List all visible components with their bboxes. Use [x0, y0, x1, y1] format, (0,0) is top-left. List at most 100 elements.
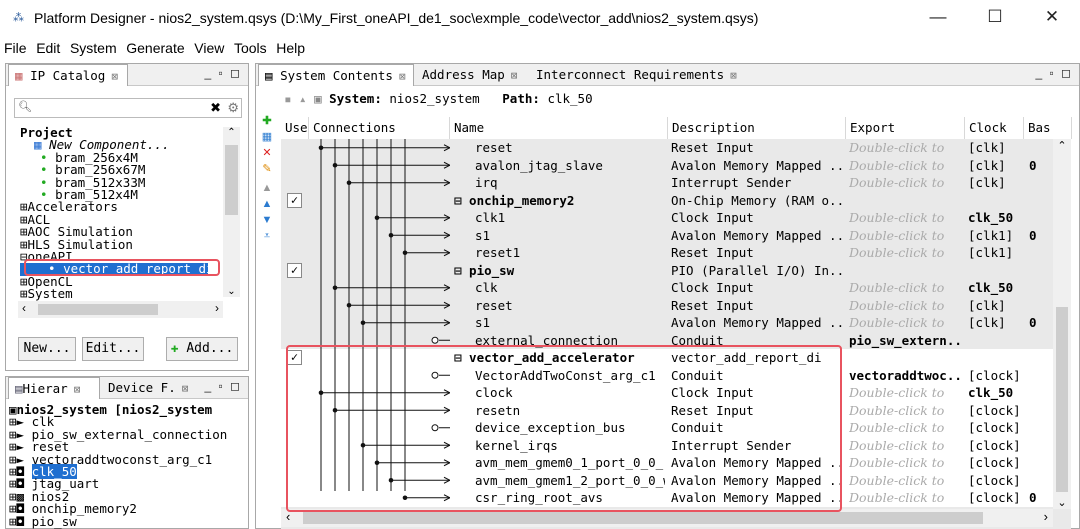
scroll-thumb[interactable] — [303, 512, 983, 524]
tree-item[interactable]: ⊞◘ pio_sw — [9, 515, 227, 528]
description-cell: On-Chip Memory (RAM o... — [671, 192, 843, 208]
move-down-icon[interactable]: ▼ — [260, 214, 274, 226]
nav-back-icon[interactable]: ▪ ▴ — [284, 91, 307, 106]
export-cell[interactable]: Double-click to — [849, 437, 963, 455]
export-cell[interactable]: Double-click to — [849, 297, 963, 315]
export-cell[interactable]: Double-click to — [849, 384, 963, 402]
tab-address-map[interactable]: Address Map ⊠ — [416, 64, 528, 86]
column-header-connections[interactable]: Connections — [309, 117, 450, 139]
export-cell[interactable]: Double-click to — [849, 139, 963, 157]
tab-device-family[interactable]: Device F. ⊠ — [102, 377, 194, 399]
scroll-thumb[interactable] — [225, 145, 238, 215]
close-icon[interactable]: ⊠ — [182, 382, 189, 395]
export-cell[interactable]: Double-click to — [849, 244, 963, 262]
move-bottom-icon[interactable]: ⩡ — [260, 230, 274, 243]
add-icon[interactable]: ✚ — [260, 114, 274, 127]
close-icon[interactable]: ⊠ — [74, 383, 81, 396]
connection-dot[interactable] — [332, 285, 338, 291]
tree-item[interactable]: ⊞System — [20, 286, 208, 301]
scroll-left-icon[interactable]: ‹ — [22, 301, 26, 315]
add-button[interactable]: ✚ Add... — [166, 337, 238, 361]
column-header-clock[interactable]: Clock — [965, 117, 1024, 139]
connection-dot[interactable] — [318, 145, 324, 151]
minimize-maximize-icon[interactable]: _ ▫ ◻ — [204, 66, 242, 80]
remove-icon[interactable]: ✕ — [260, 146, 274, 159]
scroll-thumb[interactable] — [38, 304, 158, 315]
connection-dot[interactable] — [388, 232, 394, 238]
tab-hierarchy[interactable]: ▤Hierar ⊠ — [8, 377, 100, 399]
connection-dot[interactable] — [374, 215, 380, 221]
expand-icon[interactable]: ⊞ — [20, 286, 28, 301]
minimize-button[interactable]: — — [928, 6, 948, 28]
close-icon[interactable]: ⊠ — [511, 69, 518, 82]
column-header-description[interactable]: Description — [668, 117, 846, 139]
vertical-scrollbar[interactable]: ⌃ ⌄ — [223, 127, 240, 297]
scroll-right-icon[interactable]: › — [1044, 509, 1048, 524]
export-cell[interactable]: Double-click to — [849, 454, 963, 472]
connection-dot[interactable] — [332, 162, 338, 168]
ip-catalog-pane: ▦ IP Catalog ⊠ _ ▫ ◻ 🔍︎ ✖ ⚙ Project ▦ New… — [5, 63, 249, 371]
close-icon[interactable]: ⊠ — [730, 69, 737, 82]
connection-dot[interactable] — [360, 320, 366, 326]
description-cell: Avalon Memory Mapped ... — [671, 315, 843, 330]
clear-icon[interactable]: ✖ — [210, 100, 221, 116]
edit-button[interactable]: Edit... — [82, 337, 144, 361]
export-cell[interactable]: pio_sw_extern... — [849, 332, 963, 350]
filter-icon[interactable]: ⚙ — [227, 100, 239, 116]
column-header-base[interactable]: Bas — [1024, 117, 1072, 139]
minimize-maximize-icon[interactable]: _ ▫ ◻ — [204, 379, 242, 393]
export-cell[interactable]: Double-click to — [849, 174, 963, 192]
scroll-thumb[interactable] — [1056, 307, 1068, 492]
export-cell[interactable]: Double-click to — [849, 489, 963, 507]
menu-edit[interactable]: Edit — [36, 37, 60, 59]
scroll-up-icon[interactable]: ⌃ — [1053, 139, 1071, 152]
export-cell[interactable]: Double-click to — [849, 419, 963, 437]
scroll-up-icon[interactable]: ⌃ — [223, 127, 240, 138]
maximize-button[interactable]: ☐ — [985, 6, 1005, 28]
close-icon[interactable]: ⊠ — [111, 70, 118, 83]
scroll-down-icon[interactable]: ⌄ — [1053, 496, 1071, 509]
scroll-down-icon[interactable]: ⌄ — [223, 286, 240, 297]
system-icon: ▤ — [265, 68, 273, 83]
menu-system[interactable]: System — [70, 37, 117, 59]
vertical-scrollbar[interactable]: ⌃ ⌄ — [1053, 139, 1071, 509]
move-top-icon[interactable]: ▲ — [260, 198, 274, 210]
hierarchy-icon[interactable]: ▦ — [260, 130, 274, 143]
tab-interconnect-requirements[interactable]: Interconnect Requirements ⊠ — [530, 64, 740, 86]
column-header-export[interactable]: Export — [846, 117, 965, 139]
column-header-name[interactable]: Name — [450, 117, 668, 139]
export-cell[interactable]: vectoraddtwoc... — [849, 367, 963, 385]
menu-file[interactable]: File — [4, 37, 27, 59]
export-cell[interactable]: Double-click to — [849, 472, 963, 490]
export-cell[interactable]: Double-click to — [849, 314, 963, 332]
connection-dot[interactable] — [346, 302, 352, 308]
scroll-right-icon[interactable]: › — [215, 301, 219, 315]
horizontal-scrollbar[interactable]: ‹ › — [18, 301, 223, 318]
export-cell[interactable]: Double-click to — [849, 402, 963, 420]
conduit-endpoint[interactable] — [431, 336, 439, 344]
menu-help[interactable]: Help — [276, 37, 305, 59]
menu-tools[interactable]: Tools — [234, 37, 267, 59]
tab-system-contents[interactable]: ▤ System Contents ⊠ — [258, 64, 414, 86]
description-cell: Clock Input — [671, 210, 754, 225]
tab-ip-catalog[interactable]: ▦ IP Catalog ⊠ — [8, 64, 128, 86]
menu-view[interactable]: View — [194, 37, 224, 59]
close-button[interactable]: ✕ — [1042, 6, 1062, 28]
edit-icon[interactable]: ✎ — [260, 162, 274, 175]
minimize-maximize-icon[interactable]: _ ▫ ◻ — [1035, 66, 1073, 80]
connection-dot[interactable] — [346, 180, 352, 186]
export-cell[interactable]: Double-click to — [849, 157, 963, 175]
close-icon[interactable]: ⊠ — [399, 70, 406, 83]
export-cell[interactable]: Double-click to — [849, 209, 963, 227]
export-cell[interactable]: Double-click to — [849, 279, 963, 297]
use-checkbox[interactable]: ✓ — [287, 192, 302, 208]
column-header-use[interactable]: Use — [281, 117, 309, 139]
move-up-icon[interactable]: ▲ — [260, 182, 274, 194]
new-button[interactable]: New... — [18, 337, 76, 361]
export-cell[interactable]: Double-click to — [849, 227, 963, 245]
connection-dot[interactable] — [402, 250, 408, 256]
search-icon: 🔍︎ — [18, 101, 32, 113]
search-input[interactable]: 🔍︎ ✖ ⚙ — [14, 98, 242, 118]
use-checkbox[interactable]: ✓ — [287, 262, 302, 278]
menu-generate[interactable]: Generate — [126, 37, 184, 59]
